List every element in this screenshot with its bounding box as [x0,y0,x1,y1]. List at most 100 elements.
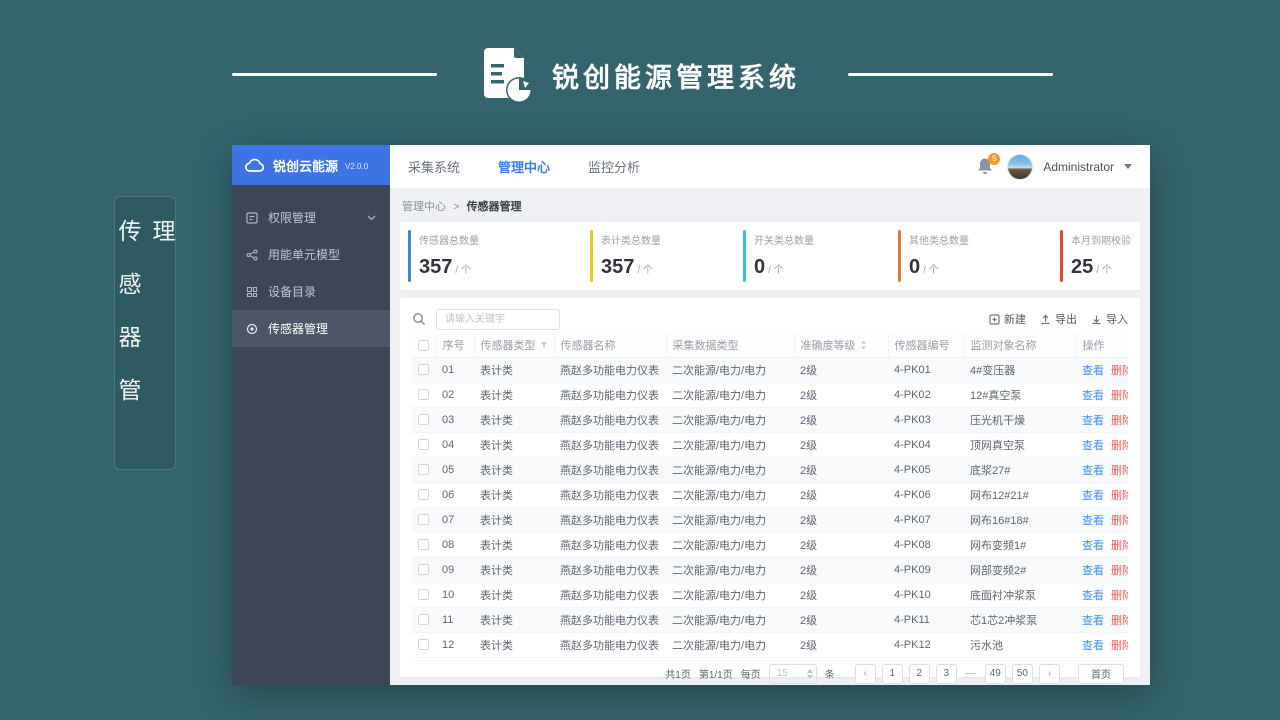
table-row: 02 表计类 燕赵多功能电力仪表 二次能源/电力/电力 2级 4-PK02 12#真空… [412,382,1128,408]
filter-funnel-icon [540,342,547,349]
select-all-checkbox[interactable] [418,339,429,351]
sidebar-item-label: 用能单元模型 [268,248,341,262]
view-link[interactable]: 查看 [1082,615,1104,627]
row-checkbox[interactable] [418,589,429,600]
view-link[interactable]: 查看 [1082,540,1104,552]
delete-link[interactable]: 删除 [1111,490,1128,502]
row-checkbox[interactable] [418,614,429,625]
user-menu-caret-icon[interactable] [1124,164,1132,169]
col-data-type: 采集数据类型 [665,334,794,358]
row-checkbox[interactable] [418,439,429,450]
per-page-select[interactable]: 15 [768,663,817,684]
stat-card-sensor-total: 传感器总数量 357/ 个 [400,222,582,290]
delete-link[interactable]: 删除 [1111,390,1128,402]
breadcrumb-separator: > [453,201,460,213]
home-page-button[interactable]: 首页 [1078,663,1124,684]
tab-management-center[interactable]: 管理中心 [498,157,550,176]
stat-accent-bar [743,230,746,282]
view-link[interactable]: 查看 [1082,490,1104,502]
tab-collection-system[interactable]: 采集系统 [408,157,460,176]
import-button[interactable]: 导入 [1091,311,1128,327]
delete-link[interactable]: 删除 [1111,440,1128,452]
logo-version: V2.0.0 [345,162,369,171]
user-name: Administrator [1043,159,1114,174]
view-link[interactable]: 查看 [1082,515,1104,527]
avatar[interactable] [1007,153,1034,180]
total-pages-text: 共1页 [665,670,691,681]
app-window: 锐创云能源 V2.0.0 权限管理 用能单元模型 设备目录 传感器管理 采集系统… [232,145,1150,685]
row-checkbox[interactable] [418,564,429,575]
prev-page-button[interactable]: ‹ [854,663,876,684]
export-button[interactable]: 导出 [1040,311,1077,327]
sidebar-item-permissions[interactable]: 权限管理 [232,199,390,236]
export-arrow-icon [1041,314,1050,324]
delete-link[interactable]: 删除 [1111,540,1128,552]
stat-card-other-total: 其他类总数量 0/ 个 [890,222,1052,290]
delete-link[interactable]: 删除 [1111,640,1128,652]
page-button-50[interactable]: 50 [1011,663,1033,684]
view-link[interactable]: 查看 [1082,390,1104,402]
view-link[interactable]: 查看 [1082,365,1104,377]
delete-link[interactable]: 删除 [1111,465,1128,477]
navbar-right: 5 Administrator [977,152,1132,180]
stat-label: 开关类总数量 [754,236,814,247]
page-button-1[interactable]: 1 [881,663,903,684]
row-checkbox[interactable] [418,364,429,375]
stat-card-switch-total: 开关类总数量 0/ 个 [735,222,890,290]
stepper-icon[interactable] [806,668,813,679]
row-checkbox[interactable] [418,539,429,550]
sidebar-item-device-catalog[interactable]: 设备目录 [232,273,390,310]
page-button-3[interactable]: 3 [935,663,957,684]
page-button-2[interactable]: 2 [908,663,930,684]
stat-label: 表计类总数量 [601,236,661,247]
view-link[interactable]: 查看 [1082,465,1104,477]
logo-name: 锐创云能源 [273,158,339,174]
table-row: 01 表计类 燕赵多功能电力仪表 二次能源/电力/电力 2级 4-PK01 4#变压器… [412,357,1128,383]
view-link[interactable]: 查看 [1082,440,1104,452]
vertical-section-label: 传感器管理 [114,196,176,470]
delete-link[interactable]: 删除 [1111,415,1128,427]
sidebar-item-energy-unit-model[interactable]: 用能单元模型 [232,236,390,273]
view-link[interactable]: 查看 [1082,415,1104,427]
tab-monitoring-analysis[interactable]: 监控分析 [588,157,640,176]
delete-link[interactable]: 删除 [1111,365,1128,377]
view-link[interactable]: 查看 [1082,640,1104,652]
unit-label: 条 [824,670,835,681]
delete-link[interactable]: 删除 [1111,515,1128,527]
delete-link[interactable]: 删除 [1111,615,1128,627]
banner-divider-left [232,73,437,76]
create-button[interactable]: 新建 [989,311,1026,327]
stat-accent-bar [1060,230,1063,282]
stats-strip: 传感器总数量 357/ 个 表计类总数量 357/ 个 开关类总数量 0/ 个 … [400,222,1140,290]
row-checkbox[interactable] [418,389,429,400]
sidebar-item-sensor-management[interactable]: 传感器管理 [232,310,390,347]
stat-value: 0/ 个 [909,256,939,278]
vertical-section-text: 传感器管理 [115,219,175,431]
next-page-button[interactable]: › [1039,663,1060,684]
notification-badge: 5 [988,152,1001,165]
notifications-button[interactable]: 5 [977,152,1001,177]
breadcrumb-current: 传感器管理 [466,201,522,213]
page-button-49[interactable]: 49 [984,663,1006,684]
page-title: 锐创能源管理系统 [552,63,800,93]
row-checkbox[interactable] [418,639,429,650]
sidebar-item-label: 传感器管理 [268,322,329,336]
sensor-target-icon [246,323,258,335]
delete-link[interactable]: 删除 [1111,565,1128,577]
view-link[interactable]: 查看 [1082,590,1104,602]
row-checkbox[interactable] [418,489,429,500]
breadcrumb-parent[interactable]: 管理中心 [402,201,446,213]
banner-divider-right [848,73,1053,76]
row-checkbox[interactable] [418,464,429,475]
table-toolbar: 新建 导出 导入 [412,304,1128,334]
row-checkbox[interactable] [418,514,429,525]
stat-accent-bar [898,230,901,282]
search-input[interactable] [436,308,560,330]
col-no: 序号 [435,334,474,358]
col-sensor-type[interactable]: 传感器类型 [473,334,554,358]
delete-link[interactable]: 删除 [1111,590,1128,602]
chevron-down-icon[interactable] [367,215,376,221]
view-link[interactable]: 查看 [1082,565,1104,577]
col-accuracy[interactable]: 准确度等级 [793,334,888,358]
row-checkbox[interactable] [418,414,429,425]
